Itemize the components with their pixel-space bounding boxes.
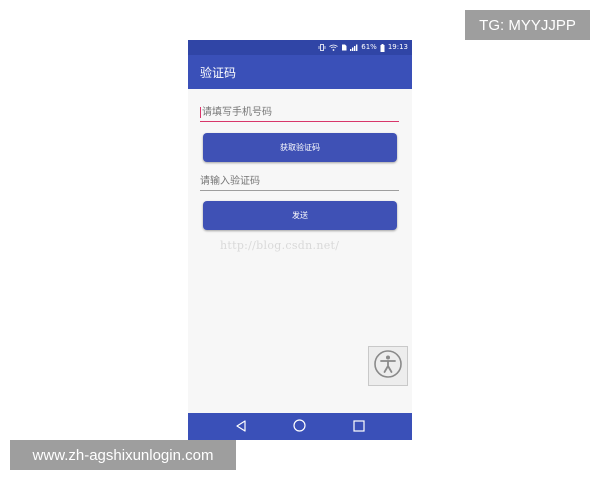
site-url-label: www.zh-agshixunlogin.com <box>10 440 236 470</box>
phone-screen: 61% 19:13 验证码 请填写手机号码 获取验证码 请输入验证码 发送 ht… <box>188 40 412 440</box>
phone-number-placeholder: 请填写手机号码 <box>202 107 272 118</box>
status-bar: 61% 19:13 <box>188 40 412 55</box>
telegram-contact-label: TG: MYYJJPP <box>465 10 590 40</box>
get-code-button[interactable]: 获取验证码 <box>203 133 397 162</box>
content-area: 请填写手机号码 获取验证码 请输入验证码 发送 http://blog.csdn… <box>188 89 412 414</box>
send-label: 发送 <box>292 211 308 220</box>
send-button[interactable]: 发送 <box>203 201 397 230</box>
app-bar: 验证码 <box>188 55 412 89</box>
sim-icon <box>341 44 347 51</box>
back-icon <box>235 417 247 436</box>
app-title: 验证码 <box>200 65 237 80</box>
battery-percent: 61% <box>361 43 377 51</box>
battery-icon <box>380 43 385 52</box>
back-button[interactable] <box>231 417 251 437</box>
signal-icon <box>350 44 358 51</box>
recents-icon <box>353 417 365 436</box>
phone-number-input[interactable]: 请填写手机号码 <box>200 104 399 122</box>
recents-button[interactable] <box>349 417 369 437</box>
blog-watermark: http://blog.csdn.net/ <box>220 239 340 252</box>
wifi-icon <box>329 44 338 51</box>
get-code-label: 获取验证码 <box>280 143 320 152</box>
screenshot: 61% 19:13 验证码 请填写手机号码 获取验证码 请输入验证码 发送 ht… <box>0 0 600 480</box>
text-cursor <box>200 107 201 118</box>
navigation-bar <box>188 413 412 440</box>
vibrate-icon <box>318 44 326 51</box>
clock: 19:13 <box>387 43 408 51</box>
verification-code-placeholder: 请输入验证码 <box>200 176 260 187</box>
accessibility-icon <box>373 349 403 383</box>
home-icon <box>293 417 307 436</box>
home-button[interactable] <box>290 417 310 437</box>
accessibility-button[interactable] <box>368 346 408 386</box>
verification-code-input[interactable]: 请输入验证码 <box>200 173 399 191</box>
